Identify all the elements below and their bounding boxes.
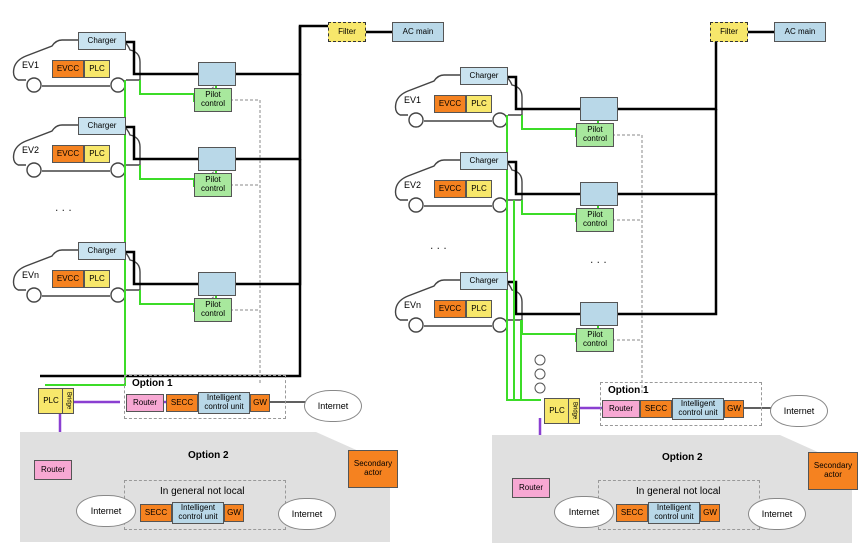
ev2-label-left: EV2 [22, 145, 39, 155]
plc-bridge-right: PLC [544, 398, 570, 424]
plc-left-ev2: PLC [84, 145, 110, 163]
switch-right-ev1 [580, 97, 618, 121]
ev1-label-left: EV1 [22, 60, 39, 70]
icu-right-2: Intelligent control unit [648, 502, 700, 524]
router-right-2: Router [512, 478, 550, 498]
charger-left-evn: Charger [78, 242, 126, 260]
icu-left-2: Intelligent control unit [172, 502, 224, 524]
plc-left-ev1: PLC [84, 60, 110, 78]
internet-cloud-left-1: Internet [304, 390, 362, 422]
router-right-1: Router [602, 400, 640, 418]
router-left-2: Router [34, 460, 72, 480]
switch-left-ev1 [198, 62, 236, 86]
gw-left-1: GW [250, 394, 270, 412]
pilot-left-evn: Pilot control [194, 298, 232, 322]
gw-right-1: GW [724, 400, 744, 418]
filter-right: Filter [710, 22, 748, 42]
evcc-left-ev1: EVCC [52, 60, 84, 78]
evn-label-right: EVn [404, 300, 421, 310]
bridge-label-right: Bridge [568, 398, 580, 424]
router-left-1: Router [126, 394, 164, 412]
icu-left-1: Intelligent control unit [198, 392, 250, 414]
evcc-right-ev2: EVCC [434, 180, 466, 198]
internet-cloud-left-2b: Internet [278, 498, 336, 530]
pilot-left-ev1: Pilot control [194, 88, 232, 112]
pilot-right-ev2: Pilot control [576, 208, 614, 232]
charger-left-ev1: Charger [78, 32, 126, 50]
acmain-right: AC main [774, 22, 826, 42]
ellipsis-left: . . . [55, 200, 72, 214]
plc-right-ev2: PLC [466, 180, 492, 198]
pilot-right-ev1: Pilot control [576, 123, 614, 147]
plc-left-evn: PLC [84, 270, 110, 288]
charger-right-ev1: Charger [460, 67, 508, 85]
charger-left-ev2: Charger [78, 117, 126, 135]
internet-cloud-left-2a: Internet [76, 495, 136, 527]
switch-left-ev2 [198, 147, 236, 171]
plc-right-ev1: PLC [466, 95, 492, 113]
ellipsis-right-2: . . . [590, 252, 607, 266]
acmain-left: AC main [392, 22, 444, 42]
ev1-label-right: EV1 [404, 95, 421, 105]
ellipsis-right: . . . [430, 238, 447, 252]
option2-label-right: Option 2 [662, 452, 703, 463]
option2-label-left: Option 2 [188, 450, 229, 461]
charger-right-ev2: Charger [460, 152, 508, 170]
pilot-right-evn: Pilot control [576, 328, 614, 352]
icu-right-1: Intelligent control unit [672, 398, 724, 420]
plc-bridge-left: PLC [38, 388, 64, 414]
pilot-left-ev2: Pilot control [194, 173, 232, 197]
secondary-actor-left: Secondary actor [348, 450, 398, 488]
evcc-right-ev1: EVCC [434, 95, 466, 113]
internet-cloud-right-2b: Internet [748, 498, 806, 530]
plc-right-evn: PLC [466, 300, 492, 318]
ev2-label-right: EV2 [404, 180, 421, 190]
secc-right-1: SECC [640, 400, 672, 418]
switch-right-evn [580, 302, 618, 326]
notlocal-label-left: In general not local [160, 486, 245, 497]
option1-label-left: Option 1 [132, 378, 173, 389]
filter-left: Filter [328, 22, 366, 42]
gw-left-2: GW [224, 504, 244, 522]
secondary-actor-right: Secondary actor [808, 452, 858, 490]
evcc-left-ev2: EVCC [52, 145, 84, 163]
secc-right-2: SECC [616, 504, 648, 522]
internet-cloud-right-2a: Internet [554, 496, 614, 528]
notlocal-label-right: In general not local [636, 486, 721, 497]
option1-label-right: Option 1 [608, 385, 649, 396]
secc-left-2: SECC [140, 504, 172, 522]
internet-cloud-right-1: Internet [770, 395, 828, 427]
bridge-label-left: Bridge [62, 388, 74, 414]
evcc-right-evn: EVCC [434, 300, 466, 318]
switch-left-evn [198, 272, 236, 296]
gw-right-2: GW [700, 504, 720, 522]
evcc-left-evn: EVCC [52, 270, 84, 288]
charger-right-evn: Charger [460, 272, 508, 290]
evn-label-left: EVn [22, 270, 39, 280]
secc-left-1: SECC [166, 394, 198, 412]
switch-right-ev2 [580, 182, 618, 206]
